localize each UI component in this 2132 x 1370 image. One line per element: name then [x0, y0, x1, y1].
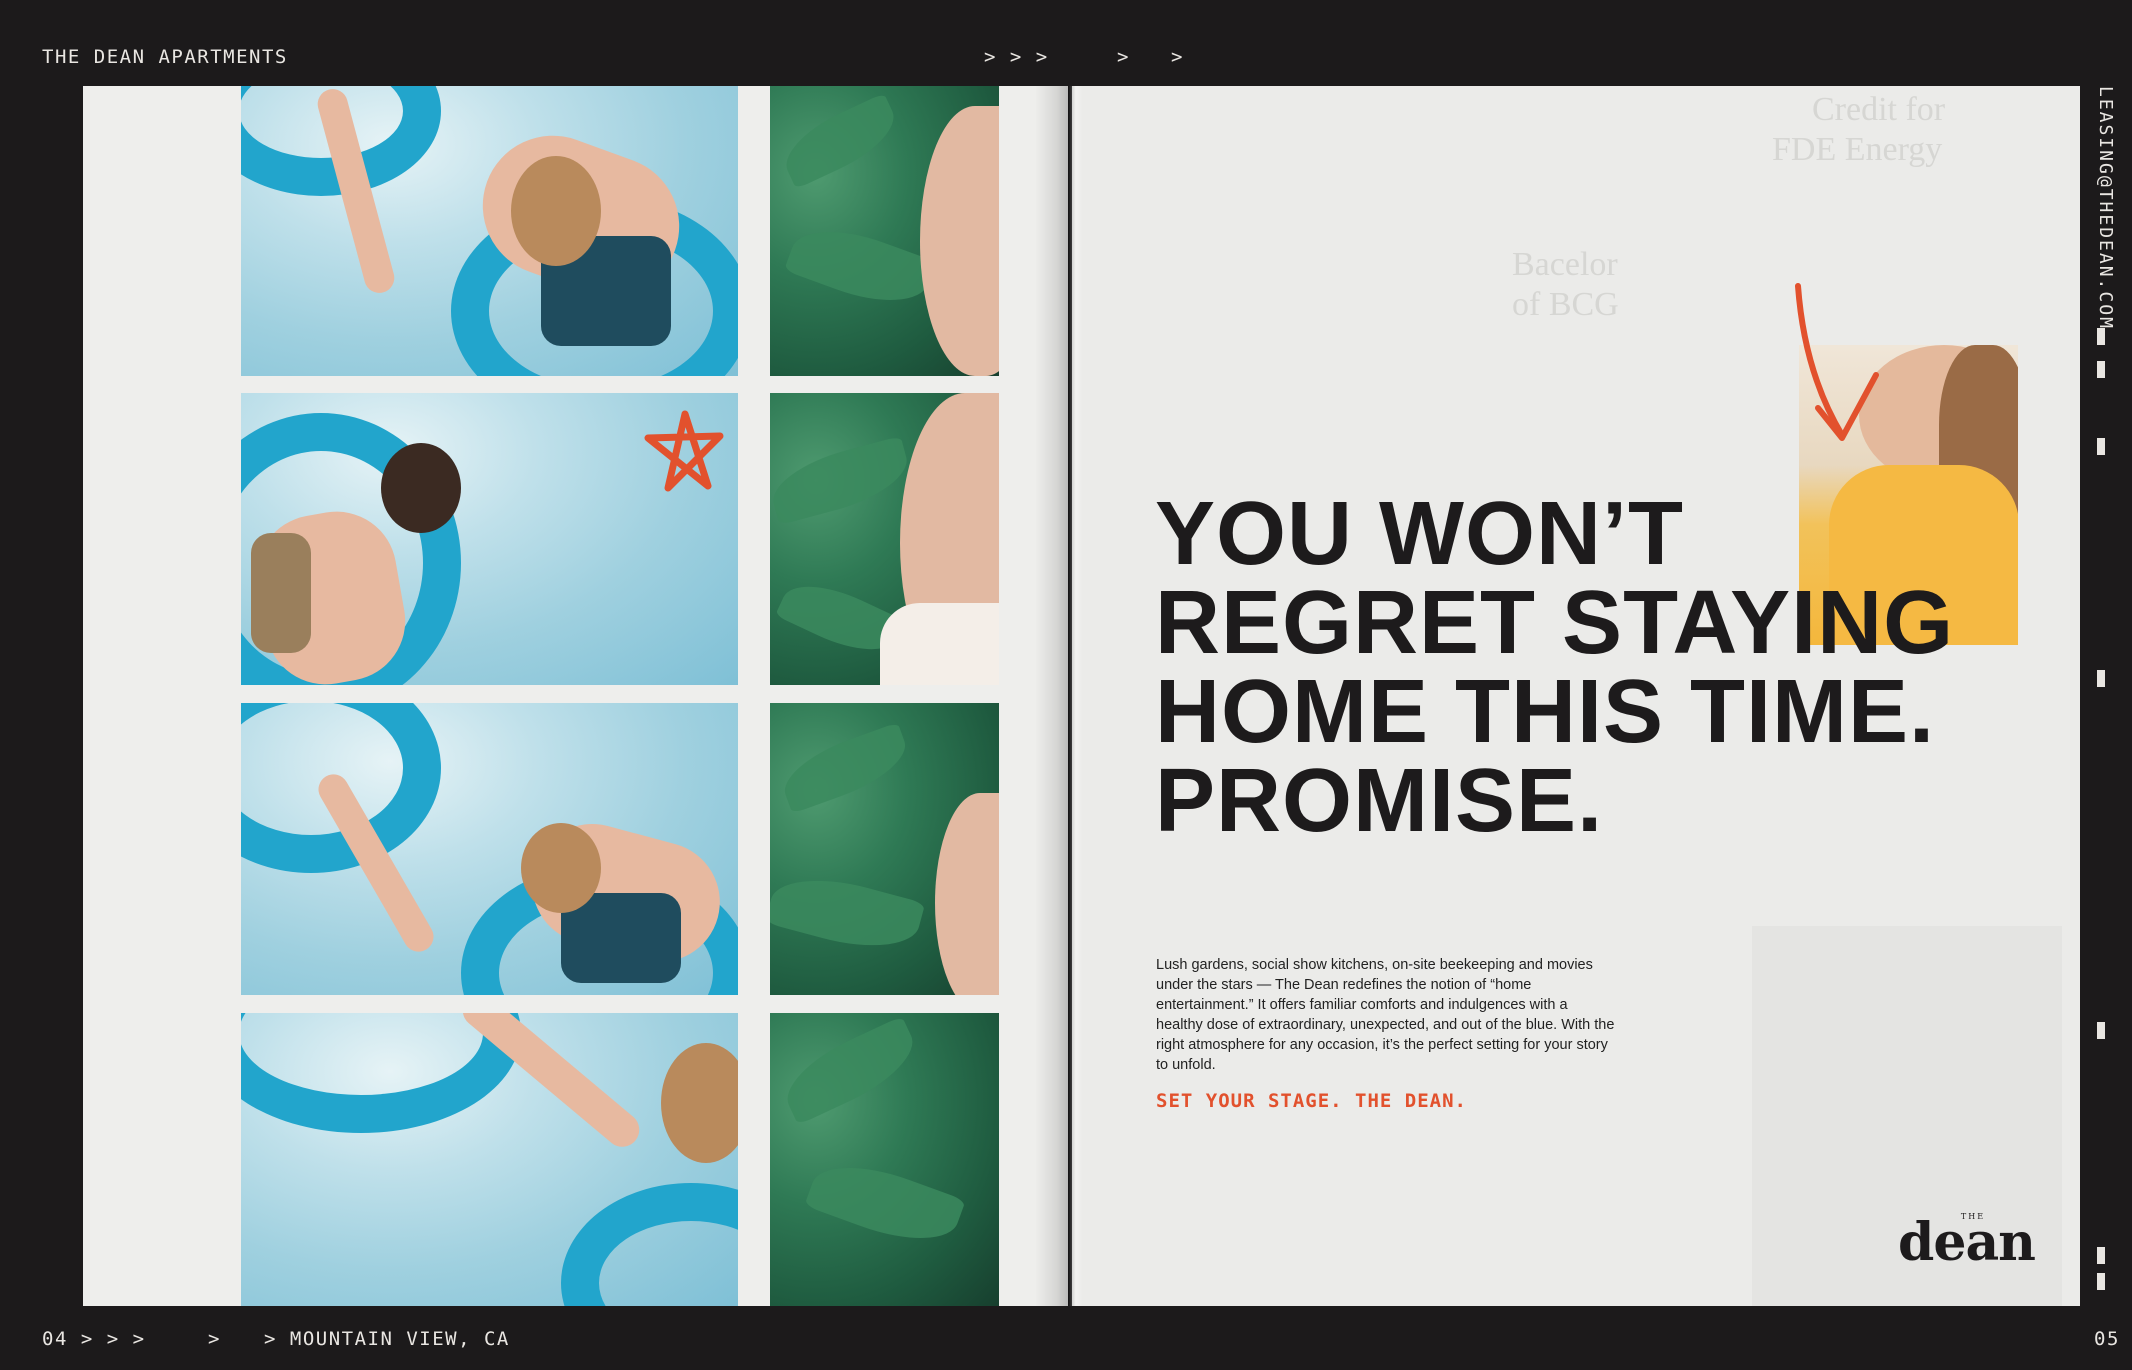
logo-name: dean: [1898, 1212, 2036, 1273]
header-arrow: >: [1117, 46, 1130, 68]
headline-line: PROMISE.: [1155, 751, 1604, 851]
edge-tick: [2097, 1273, 2105, 1290]
spine-shadow: [1035, 86, 1083, 1306]
left-page: [83, 86, 1068, 1306]
the-dean-logo: THE dean: [1898, 1212, 2036, 1273]
garden-photo-4: [770, 1013, 999, 1306]
garden-photo-3: [770, 703, 999, 995]
edge-tick: [2097, 361, 2105, 378]
tagline: SET YOUR STAGE. THE DEAN.: [1156, 1090, 1467, 1112]
body-copy: Lush gardens, social show kitchens, on-s…: [1156, 957, 1615, 1073]
pool-photo-3: [241, 703, 738, 995]
edge-tick: [2097, 328, 2105, 345]
header-arrow: >: [1171, 46, 1184, 68]
header-title: THE DEAN APARTMENTS: [42, 46, 288, 68]
pool-photo-1: [241, 86, 738, 376]
headline-line: HOME THIS TIME.: [1155, 662, 1935, 762]
footer-location: > MOUNTAIN VIEW, CA: [264, 1328, 510, 1350]
garden-photo-2: [770, 393, 999, 685]
edge-tick: [2097, 1022, 2105, 1039]
headline: YOU WON’T REGRET STAYING HOME THIS TIME.…: [1155, 484, 1955, 851]
edge-tick: [2097, 670, 2105, 687]
headline-line: REGRET STAYING: [1155, 573, 1955, 673]
headline-line: YOU WON’T: [1155, 484, 1684, 584]
leasing-email-link[interactable]: LEASING@THEDEAN.COM: [2086, 86, 2116, 330]
footer-page-right: 05: [2094, 1328, 2120, 1350]
footer-page-left: 04 > > >: [42, 1328, 146, 1350]
edge-tick: [2097, 438, 2105, 455]
garden-photo-1: [770, 86, 999, 376]
footer-arrow: >: [208, 1328, 221, 1350]
arrow-doodle-icon: [1795, 283, 1879, 441]
star-doodle-icon: [644, 410, 724, 492]
pool-photo-4: [241, 1013, 738, 1306]
header-arrows: > > >: [984, 46, 1049, 68]
edge-tick: [2097, 1247, 2105, 1264]
